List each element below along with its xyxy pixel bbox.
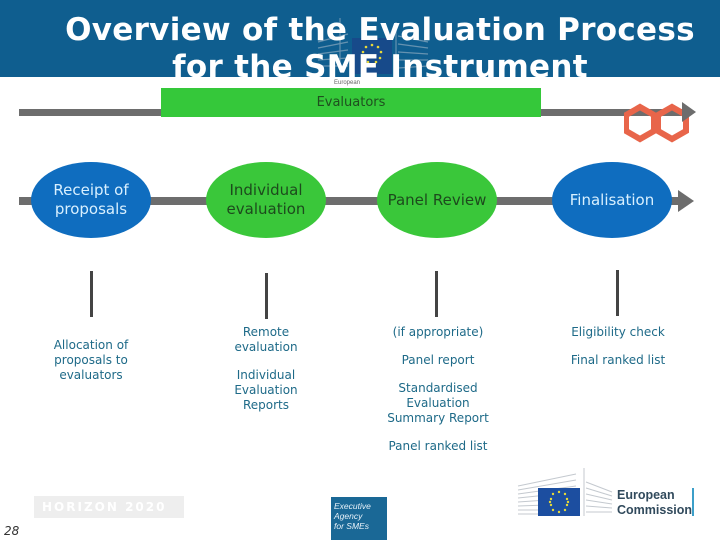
detail-item: Panel ranked list [388,439,488,453]
stage-details-receipt: Allocation of proposals to evaluators [11,338,171,383]
easme-logo-line: for SMEs [334,521,369,531]
stage-label-line: Individual [229,181,303,199]
easme-logo: Executive Agency for SMEs [331,497,387,540]
ec-logo-line: Commission [617,503,693,517]
detail-item: Standardised Evaluation Summary Report [387,381,489,425]
evaluators-bar: Evaluators [161,88,541,117]
stage-details-finalisation: Eligibility check Final ranked list [538,325,698,381]
stage-panel-review: Panel Review [377,162,497,238]
detail-item: Allocation of proposals to evaluators [53,338,129,382]
horizon-2020-label: HORIZON 2020 [34,496,184,518]
detail-item: Panel report [401,353,475,367]
detail-item: Eligibility check [571,325,665,339]
stage-details-individual: Remote evaluation Individual Evaluation … [186,325,346,413]
stage-label-line: Finalisation [569,190,655,209]
easme-logo-line: Executive [334,501,371,511]
stage-label-line: evaluation [226,200,306,218]
stage-receipt-of-proposals: Receipt of proposals [31,162,151,238]
detail-item: Individual Evaluation Reports [234,368,298,412]
european-commission-logo-text: European Commission [617,488,692,518]
page-title: Overview of the Evaluation Process for t… [40,12,720,86]
detail-item: Remote evaluation [234,325,298,354]
connector-line [265,273,268,319]
watermark-caption: European [334,80,361,86]
title-line-1: Overview of the Evaluation Process [65,12,695,48]
stage-label-line: proposals [54,200,128,218]
page-number: 28 [4,524,20,538]
detail-item: (if appropriate) [392,325,484,339]
stage-finalisation: Finalisation [552,162,672,238]
stage-label-line: Receipt of [53,181,129,199]
detail-item: Final ranked list [570,353,666,367]
connector-line [90,271,93,317]
evaluators-line-left [19,109,161,116]
connector-line [616,270,619,316]
ec-logo-accent-bar [692,488,694,516]
stage-label-line: Panel Review [387,190,487,209]
stage-details-panel: (if appropriate) Panel report Standardis… [358,325,518,467]
easme-logo-line: Agency [334,511,363,521]
title-line-2: for the SME Instrument [172,49,588,85]
process-arrow-head-icon [678,190,694,212]
stage-individual-evaluation: Individual evaluation [206,162,326,238]
connector-line [435,271,438,317]
evaluators-arrow-head-icon [682,102,696,122]
ec-logo-line: European [617,488,675,502]
